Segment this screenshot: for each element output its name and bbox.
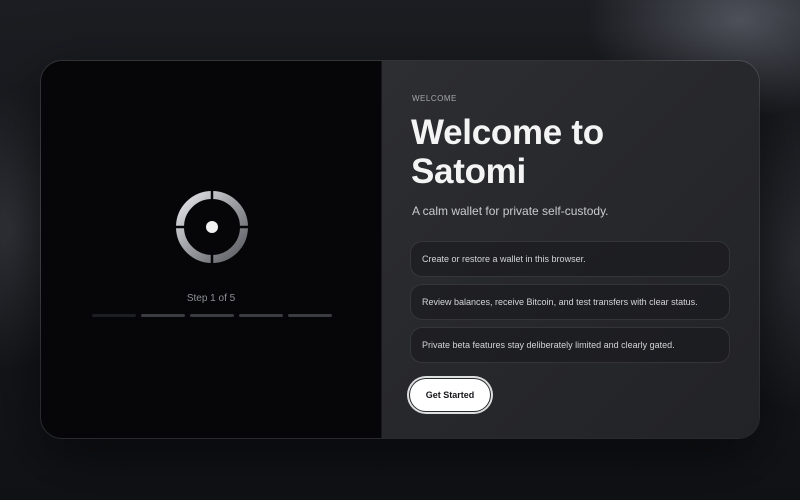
feature-item-balances-transfers: Review balances, receive Bitcoin, and te… (410, 284, 730, 320)
onboarding-card: Step 1 of 5 WELCOME Welcome to Satomi A … (40, 60, 760, 439)
step-progress-bar (92, 314, 332, 317)
feature-item-create-restore: Create or restore a wallet in this brows… (410, 241, 730, 277)
page-title: Welcome to Satomi (411, 113, 604, 191)
feature-item-private-beta: Private beta features stay deliberately … (410, 327, 730, 363)
progress-segment (92, 314, 136, 317)
section-eyebrow: WELCOME (412, 94, 457, 103)
progress-segment (190, 314, 234, 317)
spinner-ring-icon (176, 191, 248, 263)
progress-segment (141, 314, 185, 317)
spinner-core-dot (206, 221, 218, 233)
welcome-content-panel: WELCOME Welcome to Satomi A calm wallet … (382, 61, 759, 438)
step-indicator: Step 1 of 5 (186, 293, 236, 304)
progress-segment (288, 314, 332, 317)
wizard-visual-panel: Step 1 of 5 (41, 61, 382, 438)
progress-segment (239, 314, 283, 317)
get-started-button[interactable]: Get Started (410, 379, 490, 411)
page-subtitle: A calm wallet for private self-custody. (412, 204, 609, 218)
feature-list: Create or restore a wallet in this brows… (410, 241, 730, 363)
